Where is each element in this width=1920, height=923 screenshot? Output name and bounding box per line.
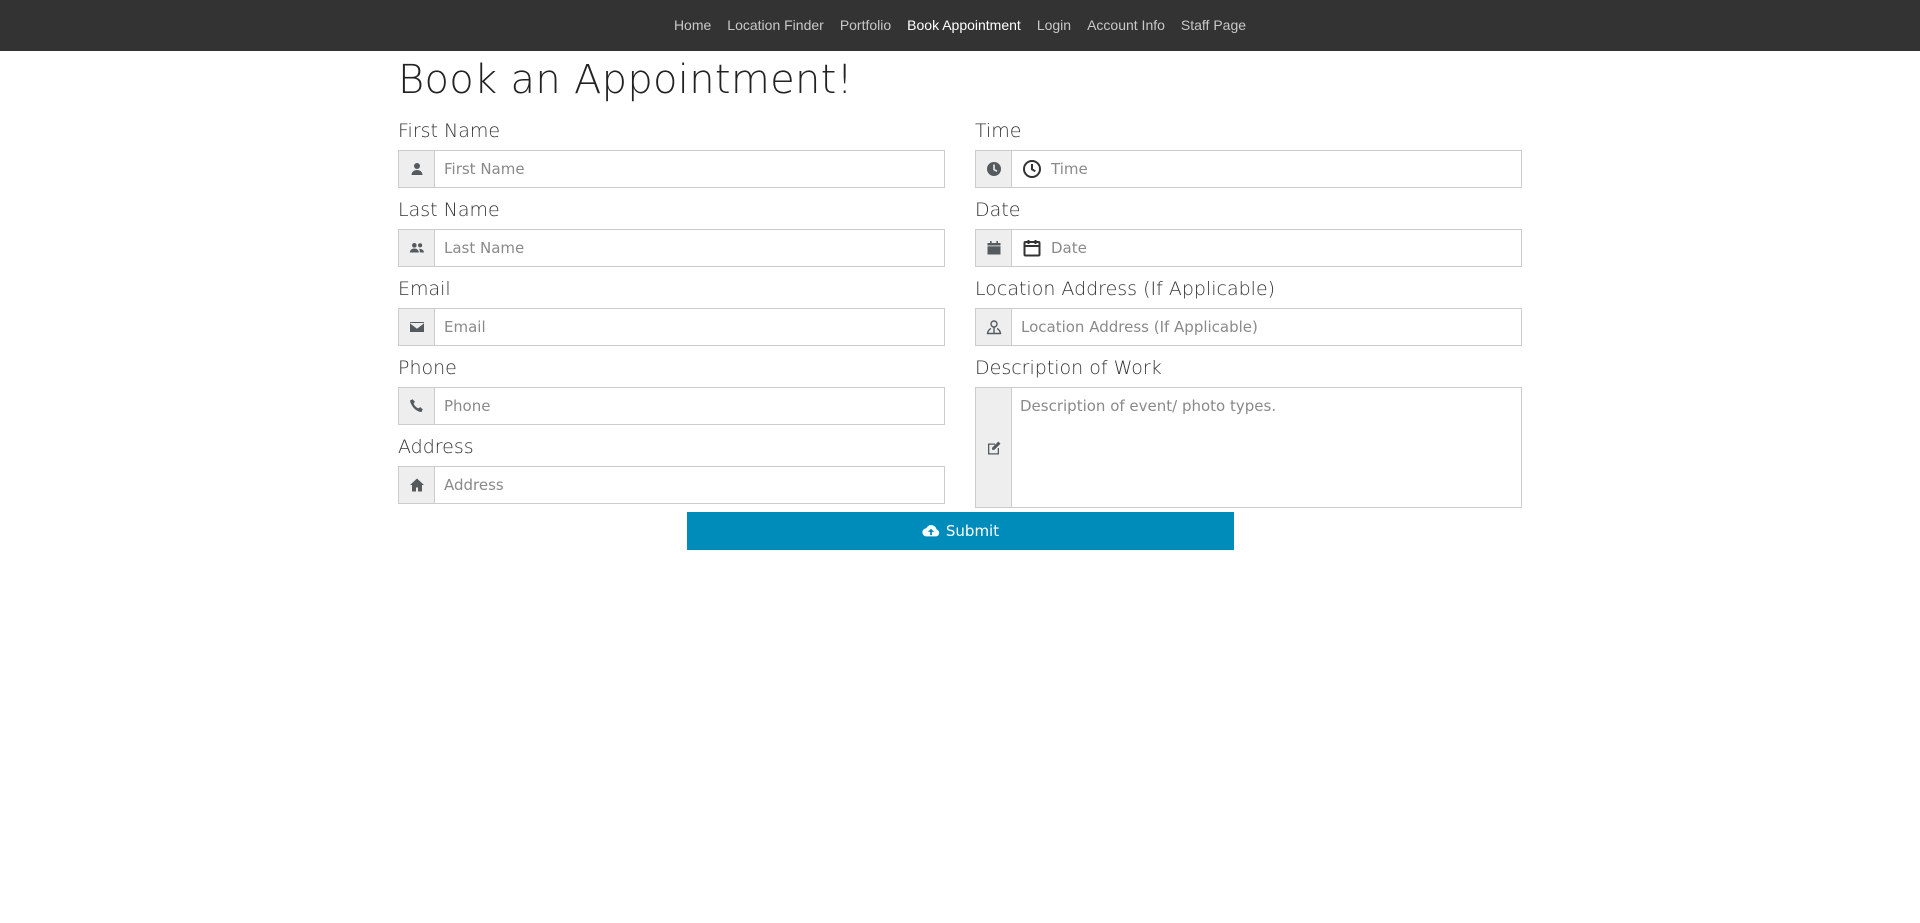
first-name-group bbox=[398, 150, 945, 188]
calendar-icon bbox=[976, 230, 1012, 266]
first-name-label: First Name bbox=[398, 120, 501, 142]
location-input[interactable] bbox=[1012, 309, 1521, 345]
nav-link-login[interactable]: Login bbox=[1029, 0, 1079, 51]
clock-outline-icon bbox=[1012, 151, 1042, 187]
submit-button[interactable]: Submit bbox=[687, 512, 1234, 550]
map-pin-user-icon bbox=[976, 309, 1012, 345]
time-input[interactable] bbox=[1042, 151, 1521, 187]
location-group bbox=[975, 308, 1522, 346]
nav-link-location-finder[interactable]: Location Finder bbox=[719, 0, 832, 51]
description-group bbox=[975, 387, 1522, 508]
date-group bbox=[975, 229, 1522, 267]
user-icon bbox=[399, 151, 435, 187]
address-group bbox=[398, 466, 945, 504]
nav-link-account-info[interactable]: Account Info bbox=[1079, 0, 1173, 51]
description-label: Description of Work bbox=[975, 357, 1162, 379]
nav-link-home[interactable]: Home bbox=[666, 0, 719, 51]
nav-link-staff-page[interactable]: Staff Page bbox=[1173, 0, 1254, 51]
nav-list: Home Location Finder Portfolio Book Appo… bbox=[666, 0, 1254, 51]
phone-input[interactable] bbox=[435, 388, 944, 424]
last-name-label: Last Name bbox=[398, 199, 500, 221]
time-group bbox=[975, 150, 1522, 188]
cloud-upload-icon bbox=[922, 522, 940, 540]
calendar-outline-icon bbox=[1012, 230, 1042, 266]
last-name-input[interactable] bbox=[435, 230, 944, 266]
edit-icon bbox=[976, 388, 1012, 507]
address-label: Address bbox=[398, 436, 474, 458]
home-icon bbox=[399, 467, 435, 503]
phone-group bbox=[398, 387, 945, 425]
phone-label: Phone bbox=[398, 357, 457, 379]
nav-link-book-appointment[interactable]: Book Appointment bbox=[899, 0, 1029, 51]
users-icon bbox=[399, 230, 435, 266]
email-label: Email bbox=[398, 278, 451, 300]
date-input[interactable] bbox=[1042, 230, 1521, 266]
location-label: Location Address (If Applicable) bbox=[975, 278, 1276, 300]
nav-link-portfolio[interactable]: Portfolio bbox=[832, 0, 899, 51]
page-title: Book an Appointment! bbox=[398, 57, 854, 103]
submit-label: Submit bbox=[945, 522, 1000, 540]
address-input[interactable] bbox=[435, 467, 944, 503]
time-label: Time bbox=[975, 120, 1022, 142]
email-group bbox=[398, 308, 945, 346]
clock-icon bbox=[976, 151, 1012, 187]
email-input[interactable] bbox=[435, 309, 944, 345]
description-textarea[interactable] bbox=[1012, 388, 1521, 507]
first-name-input[interactable] bbox=[435, 151, 944, 187]
top-navbar: Home Location Finder Portfolio Book Appo… bbox=[0, 0, 1920, 51]
date-label: Date bbox=[975, 199, 1021, 221]
phone-icon bbox=[399, 388, 435, 424]
last-name-group bbox=[398, 229, 945, 267]
envelope-icon bbox=[399, 309, 435, 345]
